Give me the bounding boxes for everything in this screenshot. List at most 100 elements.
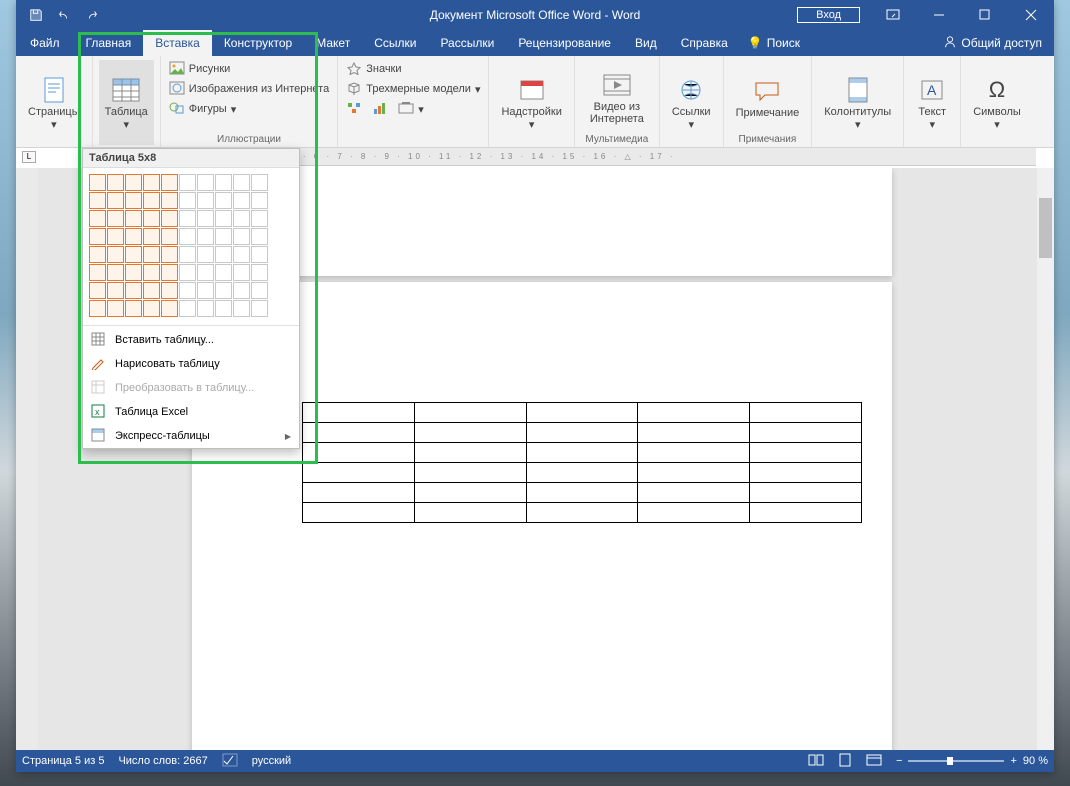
tab-review[interactable]: Рецензирование: [506, 30, 623, 56]
grid-cell[interactable]: [251, 264, 268, 281]
grid-cell[interactable]: [251, 210, 268, 227]
grid-cell[interactable]: [251, 228, 268, 245]
grid-cell[interactable]: [143, 192, 160, 209]
zoom-level[interactable]: 90 %: [1023, 755, 1048, 767]
grid-cell[interactable]: [179, 174, 196, 191]
grid-cell[interactable]: [215, 210, 232, 227]
online-images-button[interactable]: Изображения из Интернета: [167, 80, 331, 98]
tab-design[interactable]: Конструктор: [212, 30, 304, 56]
scroll-thumb[interactable]: [1039, 198, 1052, 258]
grid-cell[interactable]: [107, 264, 124, 281]
share-button[interactable]: Общий доступ: [931, 30, 1054, 56]
grid-cell[interactable]: [233, 246, 250, 263]
grid-cell[interactable]: [107, 192, 124, 209]
grid-cell[interactable]: [197, 192, 214, 209]
grid-cell[interactable]: [143, 300, 160, 317]
tab-view[interactable]: Вид: [623, 30, 669, 56]
status-language[interactable]: русский: [252, 755, 291, 767]
grid-cell[interactable]: [89, 300, 106, 317]
grid-cell[interactable]: [89, 246, 106, 263]
tab-references[interactable]: Ссылки: [362, 30, 428, 56]
grid-cell[interactable]: [89, 228, 106, 245]
grid-cell[interactable]: [215, 228, 232, 245]
tab-selector[interactable]: L: [22, 151, 36, 163]
grid-cell[interactable]: [197, 210, 214, 227]
excel-table-menu[interactable]: xТаблица Excel: [83, 400, 299, 424]
grid-cell[interactable]: [179, 228, 196, 245]
horizontal-ruler[interactable]: 1 · 2 · 3 · 4 · 5 · 6 · 7 · 8 · 9 · 10 ·…: [192, 148, 1036, 166]
tab-mailings[interactable]: Рассылки: [428, 30, 506, 56]
grid-cell[interactable]: [89, 282, 106, 299]
grid-cell[interactable]: [179, 282, 196, 299]
grid-cell[interactable]: [233, 282, 250, 299]
grid-cell[interactable]: [251, 246, 268, 263]
grid-cell[interactable]: [125, 282, 142, 299]
grid-cell[interactable]: [107, 246, 124, 263]
grid-cell[interactable]: [179, 300, 196, 317]
headerfooter-button[interactable]: Колонтитулы▾: [818, 60, 897, 145]
grid-cell[interactable]: [197, 264, 214, 281]
zoom-slider[interactable]: [908, 760, 1004, 762]
grid-cell[interactable]: [143, 246, 160, 263]
grid-cell[interactable]: [143, 228, 160, 245]
grid-cell[interactable]: [251, 174, 268, 191]
symbols-button[interactable]: ΩСимволы▾: [967, 60, 1027, 145]
grid-cell[interactable]: [215, 300, 232, 317]
grid-cell[interactable]: [251, 192, 268, 209]
grid-cell[interactable]: [107, 174, 124, 191]
draw-table-menu[interactable]: Нарисовать таблицу: [83, 352, 299, 376]
tab-file[interactable]: Файл: [16, 30, 74, 56]
insert-table-menu[interactable]: Вставить таблицу...: [83, 328, 299, 352]
grid-cell[interactable]: [215, 264, 232, 281]
comment-button[interactable]: Примечание: [730, 60, 806, 133]
grid-cell[interactable]: [161, 228, 178, 245]
spellcheck-icon[interactable]: [222, 753, 238, 770]
table-button[interactable]: Таблица ▾: [99, 60, 154, 145]
print-layout-icon[interactable]: [838, 753, 852, 770]
tab-layout[interactable]: Макет: [304, 30, 362, 56]
grid-cell[interactable]: [143, 282, 160, 299]
grid-cell[interactable]: [179, 246, 196, 263]
close-icon[interactable]: [1008, 0, 1054, 30]
grid-cell[interactable]: [161, 192, 178, 209]
grid-cell[interactable]: [161, 210, 178, 227]
tab-insert[interactable]: Вставка: [143, 30, 212, 56]
grid-cell[interactable]: [125, 264, 142, 281]
grid-cell[interactable]: [233, 228, 250, 245]
grid-cell[interactable]: [215, 174, 232, 191]
grid-cell[interactable]: [251, 300, 268, 317]
grid-cell[interactable]: [161, 300, 178, 317]
grid-cell[interactable]: [89, 174, 106, 191]
grid-cell[interactable]: [233, 210, 250, 227]
grid-cell[interactable]: [197, 300, 214, 317]
grid-cell[interactable]: [143, 210, 160, 227]
table-grid-picker[interactable]: [83, 168, 299, 323]
grid-cell[interactable]: [125, 300, 142, 317]
grid-cell[interactable]: [161, 174, 178, 191]
tab-help[interactable]: Справка: [669, 30, 740, 56]
grid-cell[interactable]: [215, 282, 232, 299]
video-button[interactable]: Видео из Интернета: [581, 60, 653, 133]
grid-cell[interactable]: [107, 282, 124, 299]
grid-cell[interactable]: [233, 174, 250, 191]
vertical-scrollbar[interactable]: [1037, 168, 1054, 750]
grid-cell[interactable]: [197, 174, 214, 191]
grid-cell[interactable]: [233, 264, 250, 281]
zoom-thumb[interactable]: [947, 757, 953, 765]
grid-cell[interactable]: [107, 210, 124, 227]
undo-icon[interactable]: [54, 5, 74, 25]
grid-cell[interactable]: [107, 300, 124, 317]
quick-tables-menu[interactable]: Экспресс-таблицы▶: [83, 424, 299, 448]
tab-home[interactable]: Главная: [74, 30, 144, 56]
tell-me-search[interactable]: 💡 Поиск: [740, 30, 808, 56]
grid-cell[interactable]: [89, 210, 106, 227]
grid-cell[interactable]: [215, 192, 232, 209]
zoom-out-button[interactable]: −: [896, 755, 902, 767]
maximize-icon[interactable]: [962, 0, 1008, 30]
grid-cell[interactable]: [179, 192, 196, 209]
grid-cell[interactable]: [233, 300, 250, 317]
grid-cell[interactable]: [161, 246, 178, 263]
icons-button[interactable]: Значки: [344, 60, 482, 78]
grid-cell[interactable]: [125, 192, 142, 209]
grid-cell[interactable]: [125, 174, 142, 191]
